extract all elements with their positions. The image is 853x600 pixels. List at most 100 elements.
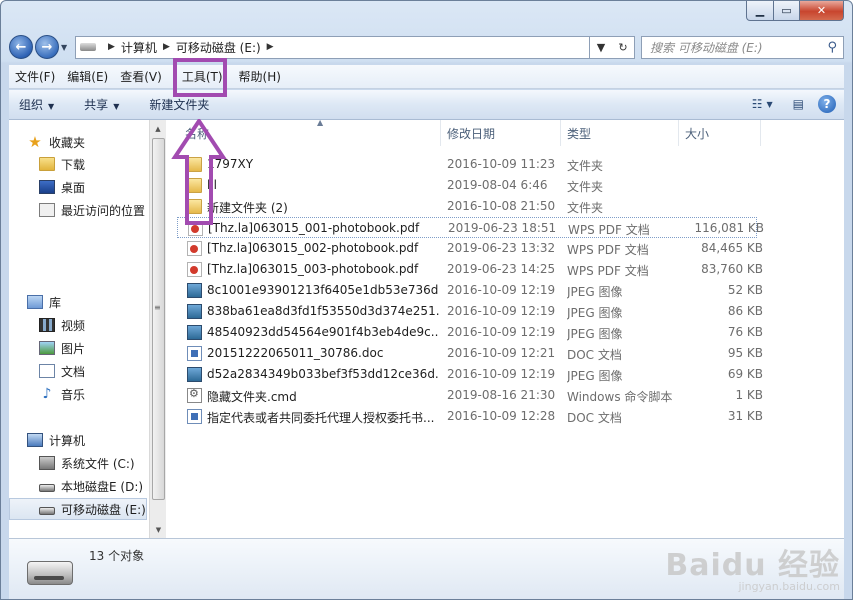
column-date[interactable]: 修改日期 [441,120,561,146]
file-name: 8c1001e93901213f6405e1db53e736d... [207,283,439,297]
nav-drive-e-label: 可移动磁盘 (E:) [61,502,146,517]
file-row[interactable]: [Thz.la]063015_002-photobook.pdf 2019-06-… [177,238,763,259]
file-row[interactable]: 8c1001e93901213f6405e1db53e736d... 2016-1… [177,280,763,301]
nav-documents[interactable]: 文档 [39,360,85,382]
file-row[interactable]: [Thz.la]063015_001-photobook.pdf 2019-06-… [177,217,764,238]
file-type: JPEG 图像 [567,369,623,383]
preview-pane-icon[interactable]: ▤ [793,97,804,111]
chevron-down-icon: ▼ [48,102,55,111]
back-button[interactable]: ← [9,35,33,59]
menu-edit[interactable]: 编辑(E) [61,68,114,85]
menu-view[interactable]: 查看(V) [114,68,168,85]
nav-favorites[interactable]: ★ 收藏夹 [27,131,85,153]
search-icon[interactable]: ⚲ [827,40,837,55]
close-button[interactable]: ✕ [800,1,844,21]
scrollbar-thumb[interactable] [152,138,165,500]
breadcrumb-separator-icon[interactable]: ▶ [267,42,274,52]
file-row[interactable]: [Thz.la]063015_003-photobook.pdf 2019-06-… [177,259,763,280]
column-size[interactable]: 大小 [679,120,761,146]
back-arrow-icon: ← [15,39,27,55]
nav-downloads[interactable]: 下载 [39,153,85,175]
menu-file[interactable]: 文件(F) [9,68,61,85]
file-date: 2019-06-23 14:25 [447,262,556,276]
file-row[interactable]: 指定代表或者共同委托代理人授权委托书... 2016-10-09 12:28 DOC… [177,406,763,427]
file-date: 2016-10-09 12:19 [447,325,556,339]
nav-music[interactable]: ♪ 音乐 [39,383,85,405]
nav-drive-d[interactable]: 本地磁盘E (D:) [39,475,143,497]
address-history-dropdown-icon[interactable]: ▼ [590,37,612,58]
help-icon[interactable]: ? [818,95,836,113]
pictures-icon [39,341,55,355]
file-date: 2016-10-09 12:19 [447,367,556,381]
nav-libraries[interactable]: 库 [27,291,61,313]
breadcrumb-separator-icon[interactable]: ▶ [163,42,170,52]
file-row[interactable]: 新建文件夹 (2) 2016-10-08 21:50 文件夹 [177,196,757,217]
chevron-down-icon[interactable]: ▼ [767,100,773,109]
nav-videos[interactable]: 视频 [39,314,85,336]
nav-desktop[interactable]: 桌面 [39,176,85,198]
nav-libraries-label: 库 [49,295,62,310]
menu-help[interactable]: 帮助(H) [233,68,287,85]
file-name: [Thz.la]063015_001-photobook.pdf [208,221,420,235]
file-date: 2016-10-09 12:21 [447,346,556,360]
star-icon: ★ [28,133,42,151]
recent-pages-dropdown[interactable]: ▼ [61,43,71,52]
column-type-label: 类型 [567,126,592,141]
file-type: DOC 文档 [567,411,622,425]
annotation-highlight-box [173,58,227,97]
file-name: [Thz.la]063015_003-photobook.pdf [207,262,419,276]
new-folder-button[interactable]: 新建文件夹 [149,96,209,113]
file-type: 文件夹 [567,159,604,173]
minimize-button[interactable]: ▁ [746,1,774,21]
nav-pane-scrollbar[interactable]: ▲ ≡ ▼ [149,120,166,538]
scroll-down-icon[interactable]: ▼ [150,521,167,538]
breadcrumb-computer[interactable]: 计算机 [121,39,157,56]
pdf-file-icon [187,262,202,277]
share-button[interactable]: 共享 ▼ [84,96,119,113]
file-row[interactable]: 20151222065011_30786.doc 2016-10-09 12:21… [177,343,763,364]
file-row[interactable]: 838ba61ea8d3fd1f53550d3d374e251... 2016-1… [177,301,763,322]
file-name: 新建文件夹 (2) [207,201,288,215]
file-row[interactable]: lll 2019-08-04 6:46 文件夹 [177,175,757,196]
file-type: DOC 文档 [567,348,622,362]
file-size: 69 KB [727,367,763,381]
scroll-up-icon[interactable]: ▲ [150,120,166,137]
nav-documents-label: 文档 [61,364,86,379]
address-bar[interactable]: ▶ 计算机 ▶ 可移动磁盘 (E:) ▶ [75,35,590,59]
column-type[interactable]: 类型 [561,120,679,146]
desktop-icon [39,180,55,194]
nav-computer[interactable]: 计算机 [27,429,85,451]
file-size: 1 KB [735,388,763,402]
file-date: 2019-08-04 6:46 [447,178,548,192]
view-options-icon[interactable]: ☷ [752,97,763,111]
file-row[interactable]: 1797XY 2016-10-09 11:23 文件夹 [177,154,757,175]
file-name: 48540923dd54564e901f4b3eb4de9c... [207,325,439,339]
nav-drive-c[interactable]: 系统文件 (C:) [39,452,135,474]
grip-icon: ≡ [154,303,161,312]
file-name: [Thz.la]063015_002-photobook.pdf [207,241,419,255]
file-row[interactable]: d52a2834349b033bef3f53dd12ce36d... 2016-1… [177,364,763,385]
nav-drive-c-label: 系统文件 (C:) [61,456,135,471]
cmd-file-icon [187,387,202,403]
forward-button[interactable]: → [35,35,59,59]
file-row[interactable]: 隐藏文件夹.cmd 2019-08-16 21:30 Windows 命令脚本 1 K… [177,385,763,406]
breadcrumb-drive[interactable]: 可移动磁盘 (E:) [176,39,261,56]
file-name: 隐藏文件夹.cmd [207,390,297,404]
file-row[interactable]: 48540923dd54564e901f4b3eb4de9c... 2016-10… [177,322,763,343]
nav-computer-label: 计算机 [49,433,86,448]
search-input[interactable]: 搜索 可移动磁盘 (E:) ⚲ [641,35,844,59]
refresh-icon[interactable]: ↻ [612,37,634,58]
file-size: 95 KB [727,346,763,360]
file-name: 20151222065011_30786.doc [207,346,384,360]
organize-button[interactable]: 组织 ▼ [19,96,54,113]
maximize-button[interactable]: ▭ [774,1,800,21]
jpeg-file-icon [187,283,202,298]
nav-pictures[interactable]: 图片 [39,337,85,359]
nav-drive-e[interactable]: 可移动磁盘 (E:) [9,498,147,520]
file-date: 2019-06-23 13:32 [447,241,556,255]
nav-videos-label: 视频 [61,318,86,333]
column-date-label: 修改日期 [447,126,496,141]
breadcrumb-separator-icon[interactable]: ▶ [108,42,115,52]
nav-recent[interactable]: 最近访问的位置 [39,199,145,221]
nav-music-label: 音乐 [61,387,86,402]
